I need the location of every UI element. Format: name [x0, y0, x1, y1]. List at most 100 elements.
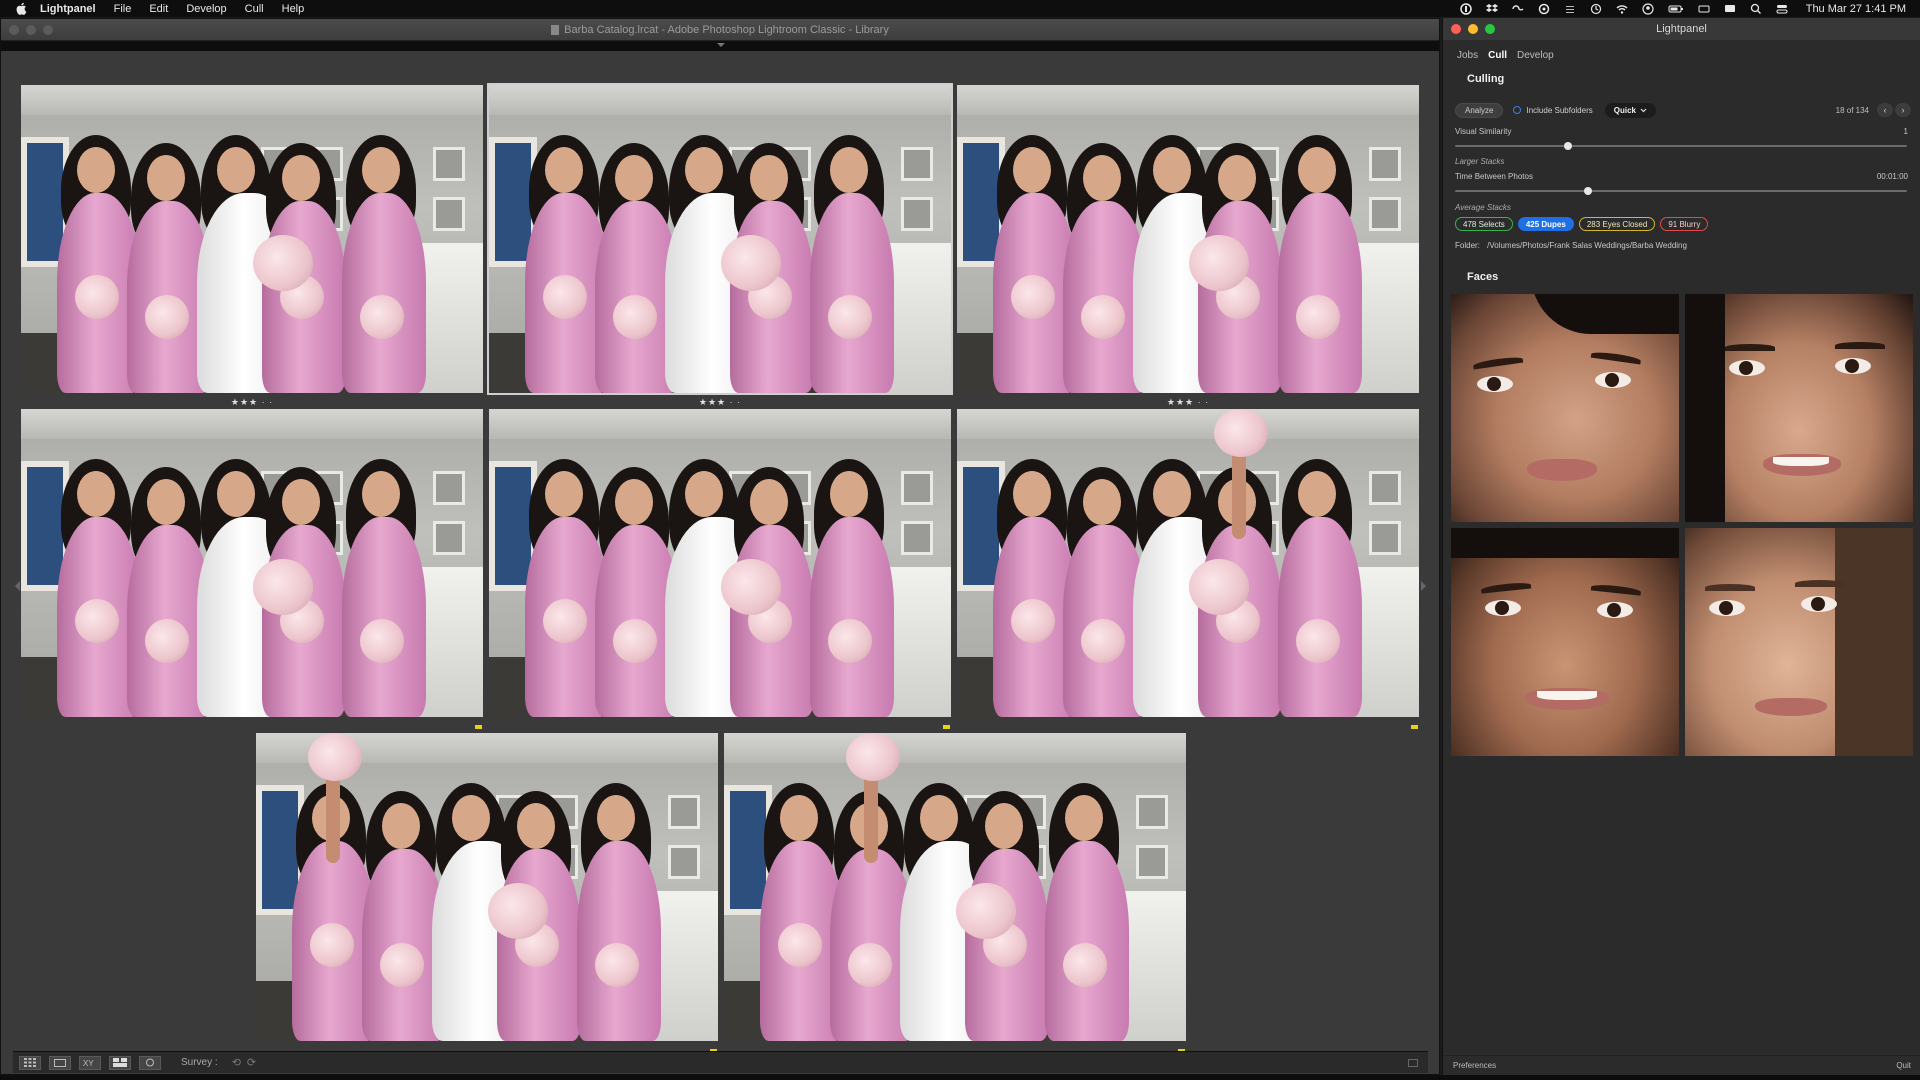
apple-icon[interactable]	[14, 2, 28, 16]
folder-path: Folder: /Volumes/Photos/Frank Salas Wedd…	[1455, 241, 1687, 250]
survey-view-button[interactable]	[109, 1055, 131, 1070]
quit-button[interactable]: Quit	[1896, 1061, 1911, 1070]
lightroom-window: Barba Catalog.lrcat - Adobe Photoshop Li…	[0, 18, 1440, 1075]
pick-flag-icon[interactable]	[943, 725, 950, 729]
grid-view-button[interactable]	[19, 1055, 41, 1070]
face-thumbnail[interactable]	[1685, 528, 1913, 756]
minimize-button[interactable]	[1468, 24, 1478, 34]
photo-cell[interactable]	[957, 409, 1419, 729]
culling-title: Culling	[1467, 73, 1505, 85]
time-between-knob[interactable]	[1584, 187, 1593, 195]
zoom-button[interactable]	[1485, 24, 1495, 34]
rotate-left-icon[interactable]: ⟲	[232, 1056, 241, 1069]
face-thumbnail[interactable]	[1451, 294, 1679, 522]
stack-navigation: ‹ ›	[1877, 103, 1911, 117]
photo-thumbnail[interactable]	[957, 85, 1419, 393]
photo-thumbnail[interactable]	[724, 733, 1186, 1041]
lightpanel-status-icon[interactable]	[1459, 2, 1472, 15]
close-button[interactable]	[1451, 24, 1461, 34]
mode-dropdown-label: Quick	[1613, 105, 1636, 115]
folder-label: Folder:	[1455, 241, 1480, 250]
visual-similarity-slider[interactable]	[1455, 142, 1907, 150]
selects-pill[interactable]: 478 Selects	[1455, 217, 1513, 231]
photo-thumbnail[interactable]	[21, 409, 483, 717]
photo-cell[interactable]: ★★★ · ·	[957, 85, 1419, 407]
display-icon[interactable]	[1724, 3, 1736, 15]
menu-cull[interactable]: Cull	[245, 3, 264, 15]
compare-view-button[interactable]: XY	[79, 1055, 101, 1070]
battery-icon[interactable]	[1668, 3, 1684, 15]
user-icon[interactable]	[1642, 2, 1654, 15]
star-rating[interactable]: ★★★ · ·	[21, 397, 483, 408]
right-panel-toggle-icon[interactable]	[1421, 581, 1426, 591]
dropbox-icon[interactable]	[1485, 3, 1498, 15]
star-rating[interactable]: ★★★ · ·	[957, 397, 1419, 408]
photo-thumbnail[interactable]	[256, 733, 718, 1041]
analyze-button[interactable]: Analyze	[1455, 102, 1504, 118]
search-icon[interactable]	[1750, 3, 1762, 15]
include-subfolders-label[interactable]: Include Subfolders	[1526, 106, 1592, 115]
pick-flag-icon[interactable]	[1411, 725, 1418, 729]
blurry-pill[interactable]: 91 Blurry	[1660, 217, 1709, 231]
include-subfolders-checkbox[interactable]	[1513, 106, 1522, 114]
face-thumbnail[interactable]	[1451, 528, 1679, 756]
tab-develop[interactable]: Develop	[1517, 50, 1554, 61]
photo-cell[interactable]	[489, 409, 951, 729]
previous-stack-button[interactable]: ‹	[1877, 103, 1893, 117]
list-icon[interactable]	[1564, 3, 1576, 15]
photo-thumbnail[interactable]	[489, 409, 951, 717]
loupe-view-button[interactable]	[49, 1055, 71, 1070]
menu-file[interactable]: File	[114, 3, 132, 15]
library-toolbar: XY Survey : ⟲ ⟳	[13, 1051, 1428, 1073]
visual-similarity-value: 1	[1903, 127, 1908, 136]
survey-grid: ★★★ · · ★★★ · · ★★★ · ·	[13, 61, 1428, 1053]
left-panel-toggle-icon[interactable]	[15, 581, 20, 591]
status-icons: Thu Mar 27 1:41 PM	[1459, 2, 1920, 15]
keyboard-icon[interactable]	[1698, 3, 1710, 15]
sync-icon[interactable]	[1538, 3, 1550, 15]
star-rating[interactable]: ★★★ · ·	[489, 397, 951, 408]
time-between-slider[interactable]	[1455, 187, 1907, 195]
zoom-button[interactable]	[43, 25, 53, 35]
photo-thumbnail[interactable]	[487, 83, 953, 395]
rotate-right-icon[interactable]: ⟳	[247, 1056, 256, 1069]
lightpanel-tabs: Jobs Cull Develop	[1457, 50, 1554, 61]
stat-pills: 478 Selects 425 Dupes 283 Eyes Closed 91…	[1455, 217, 1709, 231]
face-thumbnail[interactable]	[1685, 294, 1913, 522]
people-view-button[interactable]	[139, 1055, 161, 1070]
photo-cell[interactable]: ★★★ · ·	[21, 85, 483, 407]
visual-similarity-knob[interactable]	[1564, 142, 1572, 150]
preferences-button[interactable]: Preferences	[1453, 1061, 1496, 1070]
collapse-arrow-icon[interactable]	[717, 43, 725, 47]
time-between-label: Time Between Photos	[1455, 172, 1533, 181]
mode-dropdown[interactable]: Quick	[1604, 102, 1656, 118]
toolbar-menu-icon[interactable]	[1408, 1058, 1418, 1067]
pick-flag-icon[interactable]	[475, 725, 482, 729]
tab-jobs[interactable]: Jobs	[1457, 50, 1478, 61]
lightpanel-window-title: Lightpanel	[1656, 23, 1707, 35]
photo-cell[interactable]	[256, 733, 718, 1053]
close-button[interactable]	[9, 25, 19, 35]
photo-cell[interactable]: ★★★ · ·	[487, 83, 953, 407]
menu-edit[interactable]: Edit	[149, 3, 168, 15]
time-machine-icon[interactable]	[1590, 3, 1602, 15]
creative-cloud-icon[interactable]	[1512, 3, 1524, 15]
minimize-button[interactable]	[26, 25, 36, 35]
next-stack-button[interactable]: ›	[1895, 103, 1911, 117]
menu-app-name[interactable]: Lightpanel	[40, 3, 96, 15]
eyes-closed-pill[interactable]: 283 Eyes Closed	[1578, 217, 1656, 231]
wifi-icon[interactable]	[1616, 3, 1628, 15]
control-center-icon[interactable]	[1776, 3, 1788, 15]
menubar-clock[interactable]: Thu Mar 27 1:41 PM	[1806, 3, 1906, 15]
photo-cell[interactable]	[21, 409, 483, 729]
faces-grid	[1451, 294, 1913, 756]
menu-develop[interactable]: Develop	[186, 3, 226, 15]
module-panel-toggle[interactable]	[1, 41, 1439, 51]
photo-thumbnail[interactable]	[957, 409, 1419, 717]
tab-cull[interactable]: Cull	[1488, 50, 1507, 61]
photo-thumbnail[interactable]	[21, 85, 483, 393]
document-icon	[551, 24, 560, 35]
dupes-pill[interactable]: 425 Dupes	[1517, 217, 1574, 231]
photo-cell[interactable]	[724, 733, 1186, 1053]
menu-help[interactable]: Help	[282, 3, 305, 15]
